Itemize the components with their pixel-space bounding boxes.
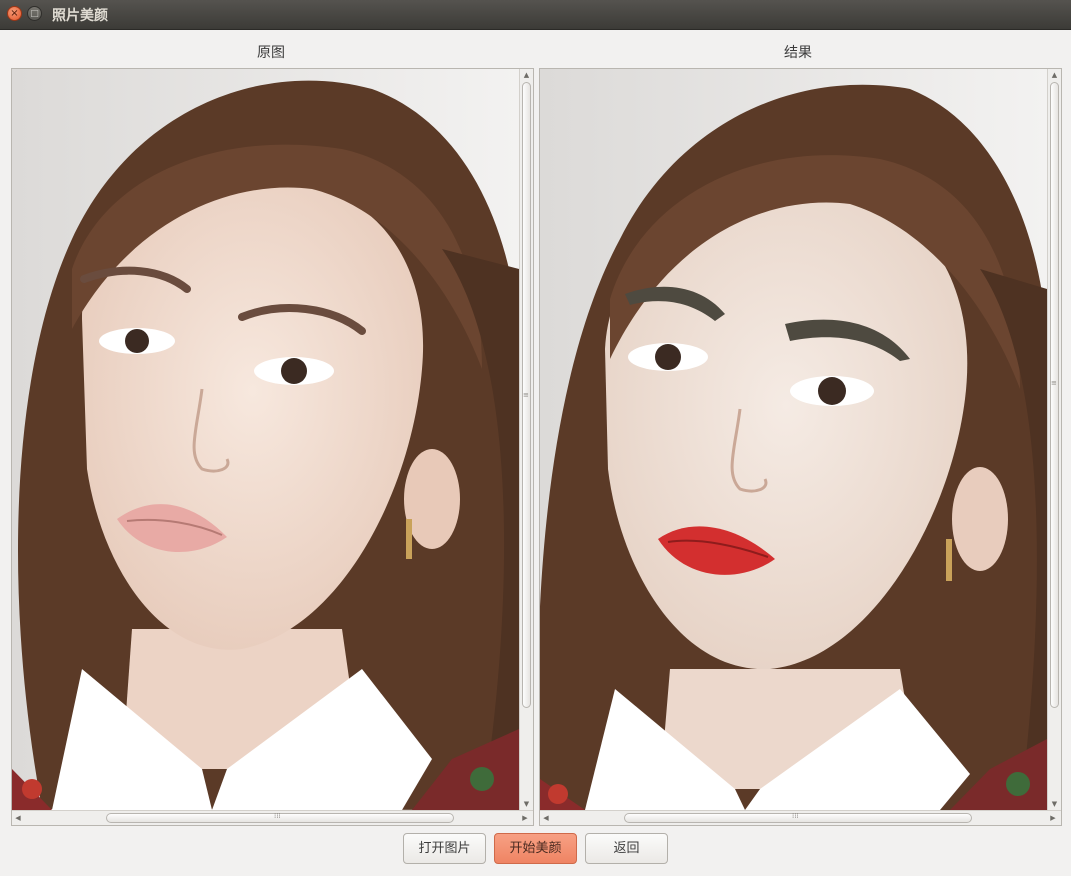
back-button[interactable]: 返回	[585, 833, 668, 864]
vertical-grip-icon: ≡	[523, 391, 529, 399]
maximize-window-button[interactable]: □	[27, 6, 42, 21]
open-image-button[interactable]: 打开图片	[403, 833, 486, 864]
result-vertical-scrollbar[interactable]: ▲ ≡ ▼	[1047, 69, 1061, 810]
horizontal-grip-icon: ⁞⁞⁞	[274, 812, 281, 820]
scroll-down-arrow[interactable]: ▼	[520, 798, 533, 810]
scroll-right-arrow[interactable]: ▶	[519, 811, 531, 825]
scroll-right-arrow[interactable]: ▶	[1047, 811, 1059, 825]
scroll-left-arrow[interactable]: ◀	[12, 811, 24, 825]
window-title: 照片美颜	[52, 8, 108, 24]
horizontal-grip-icon: ⁞⁞⁞	[792, 812, 799, 820]
original-vertical-scrollbar[interactable]: ▲ ≡ ▼	[519, 69, 533, 810]
vertical-grip-icon: ≡	[1051, 379, 1057, 387]
original-horizontal-scrollbar[interactable]: ◀ ⁞⁞⁞ ▶	[12, 810, 533, 825]
original-image-label: 原图	[257, 45, 285, 61]
result-image-label: 结果	[784, 45, 812, 61]
scroll-up-arrow[interactable]: ▲	[520, 69, 533, 81]
scroll-up-arrow[interactable]: ▲	[1048, 69, 1061, 81]
scroll-left-arrow[interactable]: ◀	[540, 811, 552, 825]
result-horizontal-scrollbar[interactable]: ◀ ⁞⁞⁞ ▶	[540, 810, 1061, 825]
vertical-scroll-thumb[interactable]	[1050, 82, 1059, 708]
original-portrait-image	[12, 69, 519, 810]
result-image-viewport	[540, 69, 1047, 810]
window-titlebar: × □ 照片美颜	[0, 0, 1071, 30]
close-window-button[interactable]: ×	[7, 6, 22, 21]
start-beautify-button[interactable]: 开始美颜	[494, 833, 577, 864]
result-portrait-image	[540, 69, 1047, 810]
result-image-panel: ▲ ≡ ▼ ◀ ⁞⁞⁞ ▶	[539, 68, 1062, 826]
original-image-panel: ▲ ≡ ▼ ◀ ⁞⁞⁞ ▶	[11, 68, 534, 826]
original-image-viewport	[12, 69, 519, 810]
scroll-down-arrow[interactable]: ▼	[1048, 798, 1061, 810]
